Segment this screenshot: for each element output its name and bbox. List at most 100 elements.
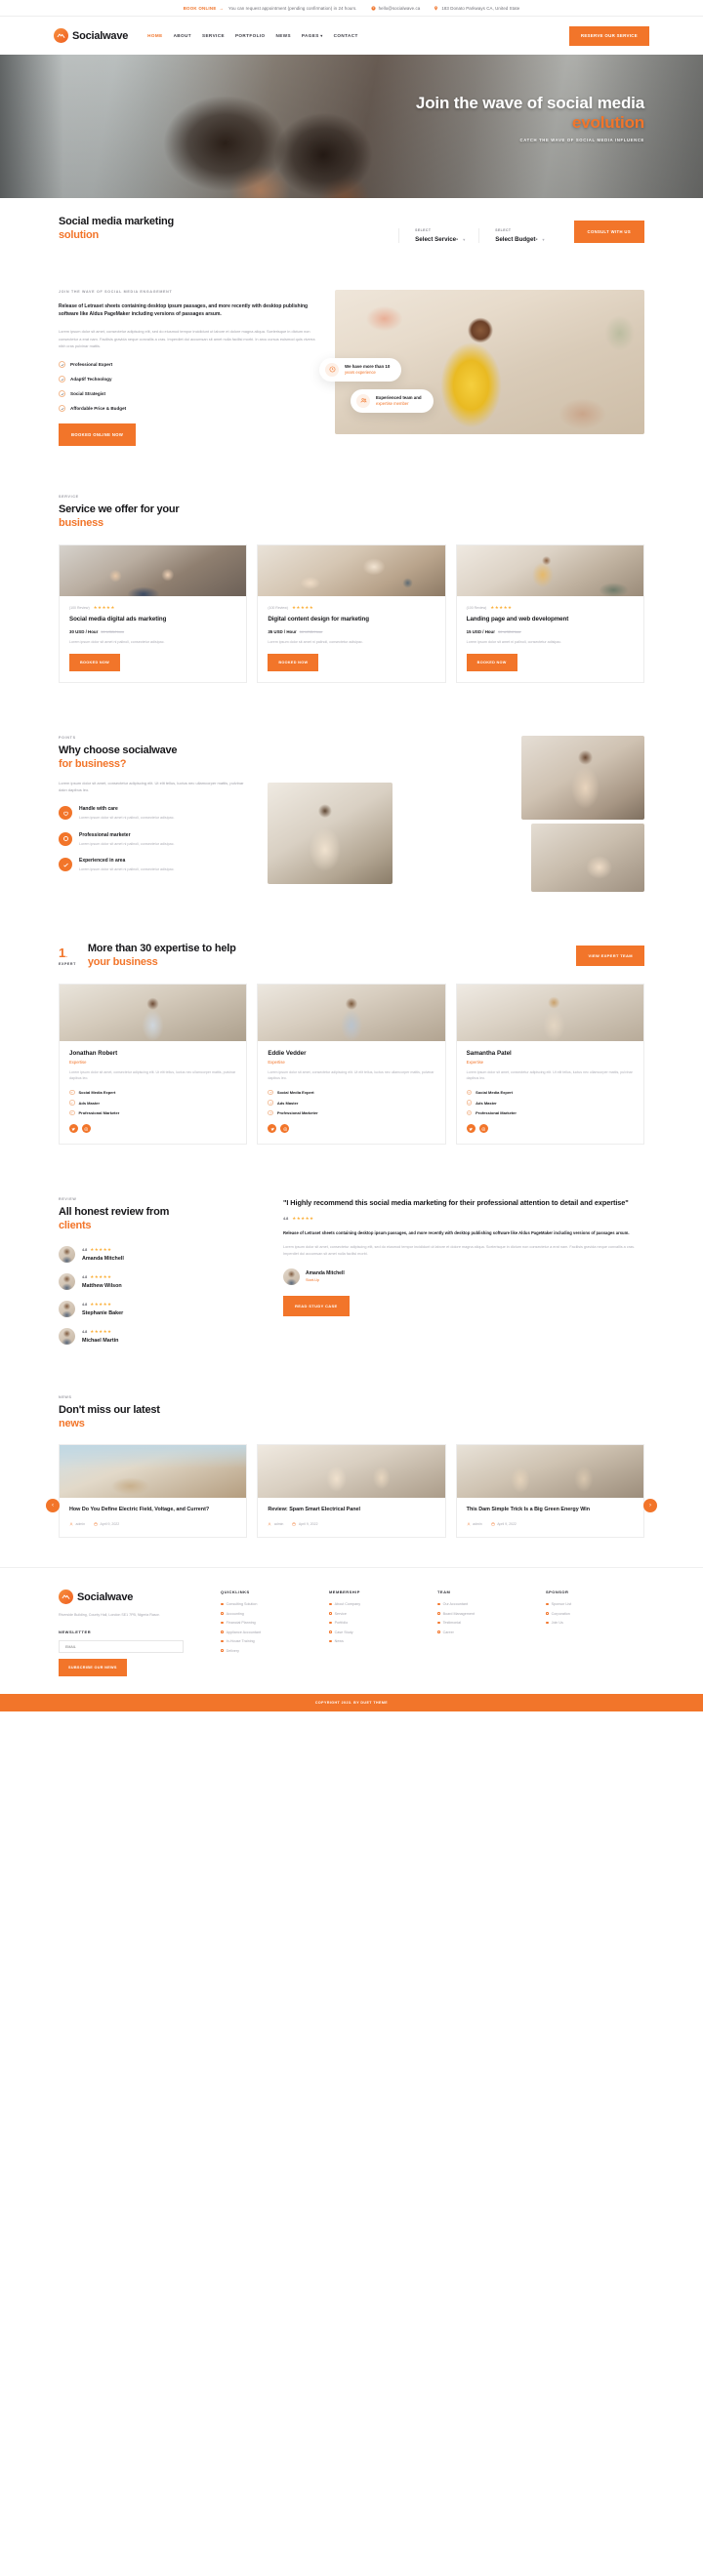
team-card[interactable]: Jonathan Robert Expertise Lorem ipsum do… [59, 983, 248, 1146]
about-check-label: Adaptif Technology [70, 377, 112, 382]
reviewer-item[interactable]: 4.8 ★★★★★ Stephanie Baker [59, 1300, 264, 1317]
team-card[interactable]: Eddie Vedder Expertise Lorem ipsum dolor… [257, 983, 446, 1146]
booking-note: You can request appointment (pending con… [228, 5, 357, 11]
avatar [283, 1268, 300, 1285]
news-card[interactable]: How Do You Define Electric Field, Voltag… [59, 1444, 248, 1539]
star-rating-icon: ★★★★★ [93, 604, 115, 610]
email-contact[interactable]: hello@socialwave.ca [370, 6, 421, 11]
subscribe-button[interactable]: SUBSCRIBE OUR NEWS [59, 1659, 127, 1677]
instagram-icon[interactable] [280, 1124, 290, 1134]
footer-link[interactable]: Sponsor List [546, 1602, 644, 1606]
newsletter-email-input[interactable] [59, 1640, 184, 1654]
twitter-icon[interactable] [268, 1124, 277, 1134]
team-title-line1: More than 30 expertise to help [87, 943, 236, 955]
booked-now-button[interactable]: BOOKED NOW [69, 654, 121, 672]
footer-link[interactable]: Case Study [329, 1630, 428, 1634]
news-card-meta: admin April 9, 2022 [467, 1522, 634, 1526]
reserve-service-button[interactable]: RESERVE OUR SERVICE [568, 25, 649, 46]
why-text-column: POINTS Why choose socialwave for busines… [59, 736, 244, 892]
service-card[interactable]: (100 Review) ★★★★★ Digital content desig… [257, 543, 446, 684]
news-date-value: April 9, 2022 [298, 1522, 318, 1527]
footer-column-title: TEAM [437, 1590, 451, 1595]
news-date-value: April 9, 2022 [100, 1522, 120, 1527]
reviewer-score-row: 4.8 ★★★★★ [82, 1274, 122, 1280]
nav-item-news[interactable]: NEWS [275, 33, 290, 38]
carousel-next-button[interactable]: › [643, 1498, 657, 1512]
footer-link[interactable]: Service [329, 1612, 428, 1616]
logo[interactable]: Socialwave [54, 28, 128, 43]
view-expert-team-button[interactable]: VIEW EXPERT TEAM [576, 946, 644, 967]
consult-with-us-button[interactable]: CONSULT WITH US [573, 220, 644, 243]
page-root: BOOK ONLINE → You can request appointment … [0, 0, 703, 1712]
nav-item-portfolio[interactable]: PORTFOLIO [235, 33, 266, 38]
nav-item-contact[interactable]: CONTACT [334, 33, 358, 38]
team-icon [356, 393, 370, 408]
featured-review-column: "I Highly recommend this social media ma… [283, 1197, 644, 1345]
booked-now-button[interactable]: BOOKED NOW [466, 654, 517, 672]
footer-link-label: Consulting Solution [226, 1602, 258, 1607]
footer-logo[interactable]: Socialwave [59, 1590, 205, 1605]
footer-link[interactable]: Board Management [437, 1612, 536, 1616]
team-card[interactable]: Samantha Patel Expertise Lorem ipsum dol… [455, 983, 644, 1146]
footer-link[interactable]: Portfolio [329, 1621, 428, 1625]
carousel-prev-button[interactable]: ‹ [46, 1498, 60, 1512]
footer-link-label: Portfolio [334, 1621, 349, 1626]
footer-link[interactable]: In-House Training [221, 1639, 319, 1643]
service-cards: (100 Review) ★★★★★ Social media digital … [59, 543, 644, 684]
featured-author-name: Amanda Mitchell [306, 1270, 345, 1277]
footer-link[interactable]: Appliance Accountant [221, 1630, 319, 1634]
reviewer-score-row: 4.8 ★★★★★ [82, 1329, 118, 1335]
footer-link[interactable]: Corporation [546, 1612, 644, 1616]
brand-name: Socialwave [72, 29, 129, 42]
footer-link[interactable]: Accounting [221, 1612, 319, 1616]
service-card-image [60, 544, 247, 596]
reviewer-list: 4.8 ★★★★★ Amanda Mitchell 4.8 ★★★★★ Matthe… [59, 1245, 264, 1345]
booked-online-now-button[interactable]: BOOKED ONLINE NOW [59, 423, 137, 447]
circle-icon [59, 831, 72, 846]
nav-item-about[interactable]: ABOUT [174, 33, 191, 38]
review-count: (100 Review) [69, 605, 90, 610]
experience-badge-title: We have more than 10 [345, 363, 391, 369]
read-study-case-button[interactable]: READ STUDY CASE [283, 1295, 350, 1316]
footer-link[interactable]: Testimonial [437, 1621, 536, 1625]
instagram-icon[interactable] [82, 1124, 91, 1134]
news-card[interactable]: This Dam Simple Trick Is a Big Green Ene… [455, 1444, 644, 1539]
service-card-desc: Lorem ipsum dolor sit amet ni palinoli, … [268, 639, 363, 644]
footer-link-label: Join Us [551, 1621, 563, 1626]
footer-link[interactable]: Delivery [221, 1649, 319, 1653]
service-select[interactable]: SELECT Select Service- ▾ [398, 227, 478, 243]
team-title: More than 30 expertise to help your busi… [88, 943, 236, 970]
bullet-icon [221, 1621, 224, 1625]
nav-item-service[interactable]: SERVICE [202, 33, 225, 38]
news-date: April 9, 2022 [491, 1522, 517, 1526]
reviewer-item[interactable]: 4.8 ★★★★★ Matthew Wilson [59, 1272, 264, 1290]
why-eyebrow: POINTS [59, 736, 76, 741]
featured-review-score-row: 4.8 ★★★★★ [283, 1216, 644, 1222]
twitter-icon[interactable] [69, 1124, 78, 1134]
reviewer-item[interactable]: 4.8 ★★★★★ Amanda Mitchell [59, 1245, 264, 1263]
instagram-icon[interactable] [478, 1124, 488, 1134]
footer-link[interactable]: About Company [329, 1602, 428, 1606]
footer-link[interactable]: Consulting Solution [221, 1602, 319, 1606]
nav-item-pages[interactable]: PAGES ▾ [302, 33, 323, 38]
twitter-icon[interactable] [466, 1124, 476, 1134]
team-cards: Jonathan Robert Expertise Lorem ipsum do… [59, 983, 644, 1146]
booked-now-button[interactable]: BOOKED NOW [268, 654, 319, 672]
reviewer-item[interactable]: 4.8 ★★★★★ Michael Martin [59, 1327, 264, 1345]
user-icon [69, 1522, 73, 1526]
footer-link[interactable]: Financial Planning [221, 1621, 319, 1625]
nav-item-home[interactable]: HOME [147, 33, 162, 38]
footer-column-title: QUICKLINKS [221, 1590, 250, 1595]
service-card[interactable]: (100 Review) ★★★★★ Landing page and web … [455, 543, 644, 684]
book-online-link[interactable]: BOOK ONLINE → You can request appointment … [184, 6, 357, 11]
service-card-rating: (100 Review) ★★★★★ [69, 605, 236, 611]
hero-title: Join the wave of social media evolution [322, 94, 644, 133]
footer-link[interactable]: Career [437, 1630, 536, 1634]
service-card[interactable]: (100 Review) ★★★★★ Social media digital … [59, 543, 248, 684]
budget-select[interactable]: SELECT Select Budget- ▾ [478, 227, 558, 243]
footer-link[interactable]: Our Accountant [437, 1602, 536, 1606]
price-old: 50 USD/Hour [299, 628, 323, 634]
footer-link[interactable]: News [329, 1639, 428, 1643]
news-card[interactable]: Review: Spam Smart Electrical Panel admi… [257, 1444, 446, 1539]
footer-link[interactable]: Join Us [546, 1621, 644, 1625]
